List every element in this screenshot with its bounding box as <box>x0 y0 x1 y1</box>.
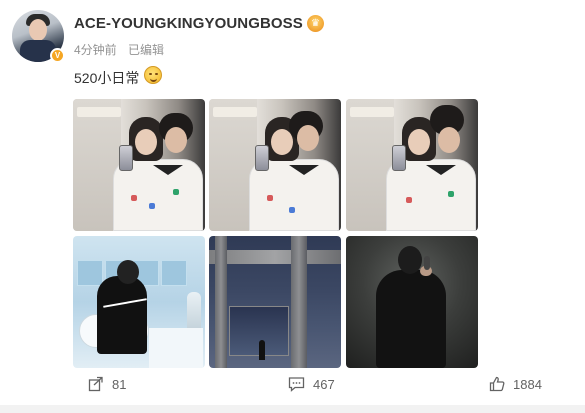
comment-count: 467 <box>313 376 335 392</box>
photo-patch <box>173 189 179 195</box>
crown-icon[interactable]: ♛ <box>307 15 324 32</box>
photo-1[interactable] <box>73 99 205 231</box>
card-divider <box>0 405 585 413</box>
share-icon <box>88 376 103 392</box>
like-count: 1884 <box>513 376 542 392</box>
avatar-face <box>29 19 47 41</box>
photo-patch <box>289 207 295 213</box>
photo-table <box>149 328 203 368</box>
comment-button[interactable]: 467 <box>288 376 335 392</box>
photo-2[interactable] <box>209 99 341 231</box>
photo-face-b <box>438 127 460 153</box>
photo-pillar <box>291 236 307 368</box>
photo-face-a <box>408 129 430 155</box>
photo-5[interactable] <box>209 236 341 368</box>
comment-icon <box>288 377 305 392</box>
weibo-post-card: V ACE-YOUNGKINGYOUNGBOSS ♛ 4分钟前 已编辑 520小… <box>0 0 585 413</box>
photo-grid <box>73 99 478 368</box>
photo-head <box>398 246 422 274</box>
photo-lamp <box>187 292 201 328</box>
photo-figure <box>259 340 265 360</box>
share-button[interactable]: 81 <box>88 376 126 392</box>
post-actions: 81 467 1884 <box>0 376 585 400</box>
photo-head <box>117 260 139 284</box>
photo-patch <box>406 197 412 203</box>
post-text: 520小日常 <box>74 70 140 86</box>
edited-label: 已编辑 <box>128 43 165 57</box>
photo-6[interactable] <box>346 236 478 368</box>
microphone-icon <box>424 256 430 270</box>
photo-patch <box>131 195 137 201</box>
photo-patch <box>149 203 155 209</box>
phone-icon <box>392 145 406 171</box>
photo-panel <box>161 260 187 286</box>
photo-pillar <box>215 236 227 368</box>
photo-patch <box>267 195 273 201</box>
verified-badge-icon: V <box>50 48 65 63</box>
photo-panel <box>77 260 103 286</box>
photo-light <box>77 107 121 117</box>
photo-patch <box>448 191 454 197</box>
photo-face-b <box>165 127 187 153</box>
like-button[interactable]: 1884 <box>489 376 542 392</box>
username[interactable]: ACE-YOUNGKINGYOUNGBOSS <box>74 15 303 32</box>
photo-beam <box>209 250 341 264</box>
photo-person <box>97 276 147 354</box>
post-meta: 4分钟前 已编辑 <box>74 41 172 58</box>
thumbs-up-icon <box>489 376 505 392</box>
photo-4[interactable] <box>73 236 205 368</box>
photo-light <box>350 107 394 117</box>
smile-emoji-icon <box>144 66 162 84</box>
phone-icon <box>255 145 269 171</box>
share-count: 81 <box>112 376 127 392</box>
photo-3[interactable] <box>346 99 478 231</box>
phone-icon <box>119 145 133 171</box>
photo-face-b <box>297 125 319 151</box>
photo-face-a <box>135 129 157 155</box>
photo-person <box>376 270 446 368</box>
post-time[interactable]: 4分钟前 <box>74 43 117 57</box>
photo-light <box>213 107 257 117</box>
